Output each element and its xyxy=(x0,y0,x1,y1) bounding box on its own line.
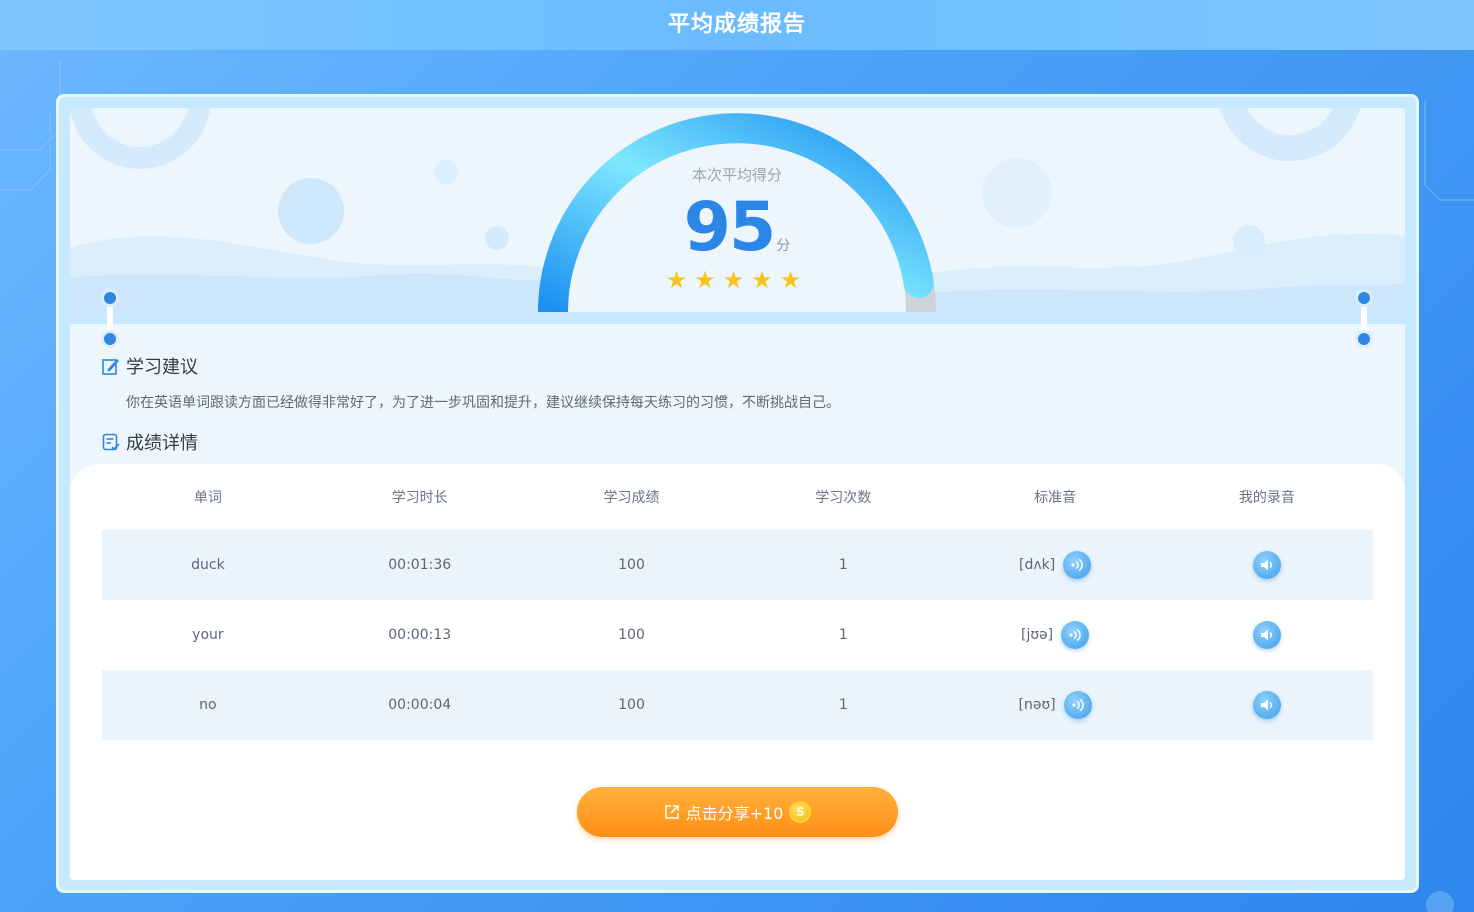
table-row: your 00:00:13 100 1 [jʊə] xyxy=(102,600,1373,670)
binder-ring-left-top xyxy=(101,289,119,307)
share-button[interactable]: 点击分享+10 S xyxy=(577,787,898,837)
score-label: 本次平均得分 xyxy=(691,166,782,184)
speaker-volume-icon[interactable] xyxy=(1252,551,1281,579)
score-value: 95 xyxy=(683,188,777,267)
phonetic-text: [dʌk] xyxy=(1018,557,1056,573)
hero-divider xyxy=(70,312,1405,324)
word-cell: duck xyxy=(191,557,225,573)
score-hero: 本次平均得分 95 分 ★★★★★ xyxy=(70,108,1405,312)
external-share-icon xyxy=(664,805,679,819)
share-button-label: 点击分享+10 xyxy=(685,804,784,823)
column-header: 标准音 xyxy=(1034,490,1077,506)
column-header: 学习次数 xyxy=(815,490,872,506)
score-unit: 分 xyxy=(776,238,791,254)
advice-text: 你在英语单词跟读方面已经做得非常好了，为了进一步巩固和提升，建议继续保持每天练习… xyxy=(126,395,840,411)
duration-cell: 00:00:13 xyxy=(388,627,452,643)
phonetic-text: [jʊə] xyxy=(1021,627,1054,643)
edit-note-icon xyxy=(102,359,119,375)
column-header: 我的录音 xyxy=(1238,490,1295,506)
count-cell: 1 xyxy=(838,697,848,713)
duration-cell: 00:00:04 xyxy=(388,697,452,713)
table-row: duck 00:01:36 100 1 [dʌk] xyxy=(102,530,1373,600)
my-recording-cell xyxy=(1161,551,1373,579)
coin-icon: S xyxy=(789,801,812,823)
speaker-volume-icon[interactable] xyxy=(1252,691,1281,719)
details-heading-text: 成绩详情 xyxy=(126,433,198,454)
count-cell: 1 xyxy=(838,557,848,573)
phonetic-text: [nəʊ] xyxy=(1018,697,1056,713)
binder-ring-right-bottom xyxy=(1355,330,1373,348)
report-panel: 本次平均得分 95 分 ★★★★★ 学习建议 你在英语单词跟读方面已经做得非常好了… xyxy=(70,108,1405,880)
my-recording-cell xyxy=(1161,621,1373,649)
column-header: 单词 xyxy=(193,490,222,506)
score-cell: 100 xyxy=(618,557,645,573)
details-heading: 成绩详情 xyxy=(102,430,198,454)
word-cell: no xyxy=(199,697,217,713)
word-cell: your xyxy=(192,627,224,643)
standard-audio-cell: [nəʊ] xyxy=(949,691,1161,719)
score-cell: 100 xyxy=(618,627,645,643)
column-header: 学习时长 xyxy=(391,490,448,506)
column-header: 学习成绩 xyxy=(603,490,660,506)
star-rating: ★★★★★ xyxy=(665,266,809,294)
advice-heading-text: 学习建议 xyxy=(126,357,198,378)
standard-audio-cell: [jʊə] xyxy=(949,621,1161,649)
report-list-icon xyxy=(102,433,120,451)
score-cell: 100 xyxy=(618,697,645,713)
count-cell: 1 xyxy=(838,627,848,643)
score-display: 95 分 xyxy=(637,192,837,264)
score-table: 单词 学习时长 学习成绩 学习次数 标准音 我的录音 duck 00:01:36… xyxy=(70,464,1405,880)
speaker-volume-icon[interactable] xyxy=(1252,621,1281,649)
report-frame: 本次平均得分 95 分 ★★★★★ 学习建议 你在英语单词跟读方面已经做得非常好了… xyxy=(56,94,1419,893)
duration-cell: 00:01:36 xyxy=(388,557,452,573)
speaker-wave-icon[interactable] xyxy=(1063,691,1092,719)
report-body: 学习建议 你在英语单词跟读方面已经做得非常好了，为了进一步巩固和提升，建议继续保… xyxy=(70,324,1405,880)
table-header: 单词 学习时长 学习成绩 学习次数 标准音 我的录音 xyxy=(102,482,1373,512)
my-recording-cell xyxy=(1161,691,1373,719)
standard-audio-cell: [dʌk] xyxy=(949,551,1161,579)
table-row: no 00:00:04 100 1 [nəʊ] xyxy=(102,670,1373,740)
page-title: 平均成绩报告 xyxy=(667,12,806,37)
binder-ring-right-top xyxy=(1355,289,1373,307)
advice-heading: 学习建议 xyxy=(102,354,198,378)
title-bar: 平均成绩报告 xyxy=(0,0,1474,50)
speaker-wave-icon[interactable] xyxy=(1061,621,1090,649)
binder-ring-left-bottom xyxy=(101,330,119,348)
speaker-wave-icon[interactable] xyxy=(1063,551,1092,579)
